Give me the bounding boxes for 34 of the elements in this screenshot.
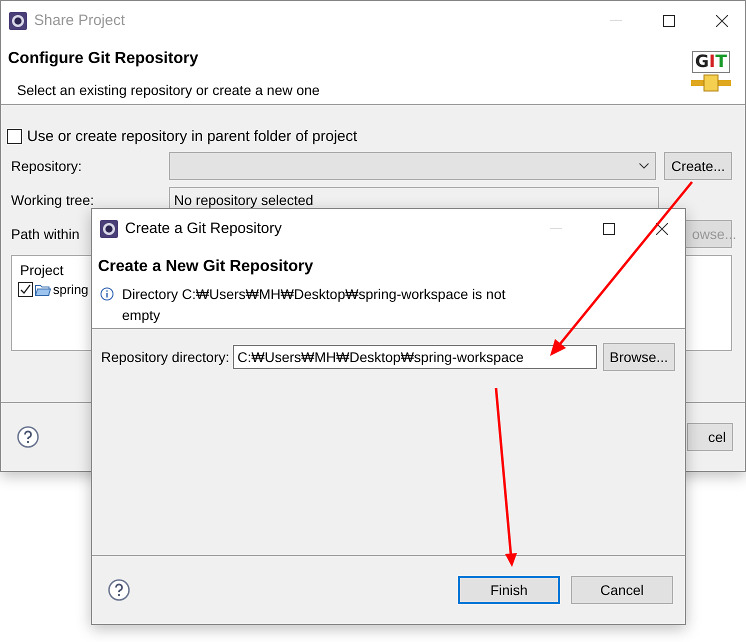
pipe-icon [691, 73, 731, 93]
help-icon[interactable] [17, 426, 39, 448]
dialog-button[interactable]: Cancel [571, 576, 673, 604]
checkbox-label: Use or create repository in parent folder of project [27, 128, 358, 144]
page-description: Select an existing repository or create a new one [17, 82, 321, 98]
info-icon [100, 287, 114, 301]
project-checkbox[interactable] [18, 282, 33, 297]
path-within-label: Path within [11, 226, 80, 242]
app-icon [100, 220, 118, 238]
partly-hidden-button[interactable]: cel [687, 423, 733, 451]
close-icon[interactable] [656, 222, 668, 234]
maximize-icon[interactable] [603, 222, 615, 234]
dialog-button[interactable]: Finish [458, 576, 560, 604]
git-logo: GIT [692, 51, 730, 73]
chevron-icon [639, 163, 650, 169]
browse-button[interactable]: Browse... [602, 343, 675, 371]
close-icon[interactable] [716, 14, 728, 26]
page-title: Configure Git Repository [8, 50, 200, 68]
project-name[interactable]: spring [53, 282, 88, 297]
warning-message: Directory C:₩Users₩MH₩Desktop₩spring-workspace is not empty [122, 285, 507, 325]
working-tree-label: Working tree: [11, 192, 95, 208]
directory-label: Repository directory: [101, 349, 230, 365]
repository-label: Repository: [11, 158, 83, 174]
maximize-icon[interactable] [663, 14, 675, 26]
window-title: Share Project [34, 12, 126, 29]
create-button[interactable]: Create... [664, 152, 732, 180]
directory-input[interactable]: C:₩Users₩MH₩Desktop₩spring-workspace [233, 345, 597, 369]
help-icon[interactable] [108, 579, 130, 601]
column-header: Project [20, 262, 64, 278]
folder-icon [35, 284, 51, 296]
app-icon [9, 12, 27, 30]
parent-folder-checkbox[interactable] [7, 128, 22, 144]
dialog-heading: Create a New Git Repository [98, 258, 314, 276]
dialog-title: Create a Git Repository [125, 220, 283, 237]
